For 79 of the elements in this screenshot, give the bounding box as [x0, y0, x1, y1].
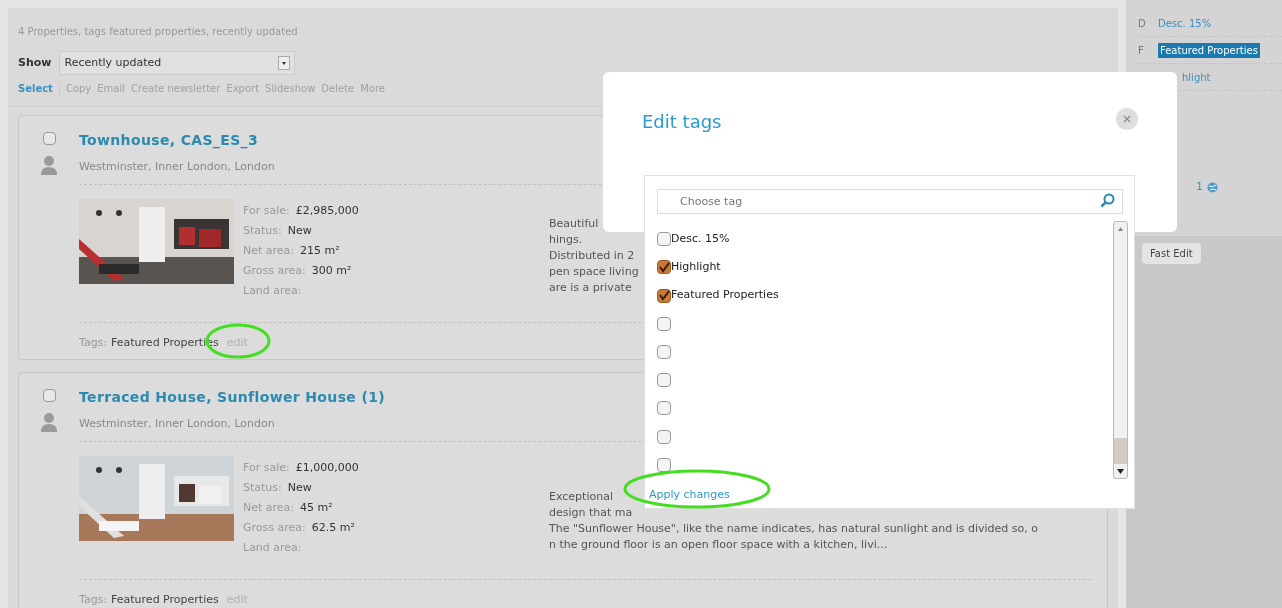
tag-name: Featured Properties	[111, 591, 219, 608]
user-icon	[40, 412, 58, 432]
action-link[interactable]: Email	[97, 81, 126, 96]
detail-value: 62.5 m²	[311, 519, 355, 535]
checkbox[interactable]	[657, 260, 671, 275]
detail-value: £2,985,000	[295, 202, 359, 218]
tag-initial: D	[1138, 16, 1144, 31]
search-icon	[1100, 193, 1115, 208]
check-icon	[658, 261, 670, 273]
description-line: Beautiful	[549, 215, 599, 232]
action-link[interactable]: More	[360, 81, 385, 96]
detail-label: Gross area:	[243, 262, 306, 278]
checkbox[interactable]	[657, 429, 671, 444]
checkbox[interactable]	[657, 373, 671, 388]
globe-icon	[1207, 181, 1218, 193]
scroll-thumb[interactable]	[1114, 438, 1127, 464]
description-line: hings.	[549, 231, 583, 248]
description-line: are is a private	[549, 279, 632, 296]
detail-value: 45 m²	[300, 499, 333, 515]
checkbox[interactable]	[42, 389, 56, 402]
search-field[interactable]: Choose tag	[657, 189, 1123, 214]
detail-value: 300 m²	[311, 262, 352, 278]
property-title[interactable]: Terraced House, Sunflower House (1)	[79, 387, 385, 408]
description-line: pen space living	[549, 263, 639, 280]
detail-label: Status:	[243, 222, 282, 238]
user-icon	[40, 155, 58, 175]
modal-title: Edit tags	[642, 110, 722, 134]
fast-edit-button[interactable]: Fast Edit	[1142, 242, 1201, 264]
close-icon	[1123, 115, 1131, 123]
sort-dropdown[interactable]: Recently updated	[59, 51, 296, 75]
select-link[interactable]: Select	[18, 81, 60, 96]
detail-value: New	[287, 479, 312, 495]
scrollbar[interactable]	[1113, 221, 1128, 479]
action-link[interactable]: Delete	[321, 81, 355, 96]
apply-changes-link[interactable]: Apply changes	[649, 488, 730, 501]
sidebar-tag[interactable]: Featured Properties	[1158, 42, 1260, 58]
property-title[interactable]: Townhouse, CAS_ES_3	[79, 130, 258, 151]
description-line: n the ground floor is an open floor space with a kitchen, livi...	[549, 536, 888, 553]
tag-option[interactable]: Featured Properties	[671, 287, 779, 304]
detail-label: Net area:	[243, 499, 295, 515]
tag-count: 1	[1196, 179, 1203, 195]
property-location: Westminster, Inner London, London	[79, 416, 275, 432]
checkbox[interactable]	[42, 132, 56, 145]
action-link[interactable]: Copy	[65, 81, 92, 96]
detail-label: For sale:	[243, 459, 290, 475]
description-line: Exceptional	[549, 488, 613, 505]
property-location: Westminster, Inner London, London	[79, 159, 275, 175]
tags-label: Tags:	[79, 334, 108, 351]
tag-option[interactable]: Highlight	[671, 259, 721, 276]
action-link[interactable]: Create newsletter	[131, 81, 221, 96]
summary-text: 4 Properties, tags featured properties, recently updated	[17, 25, 299, 39]
check-icon	[658, 290, 670, 302]
tags-label: Tags:	[79, 591, 108, 608]
sidebar-tag[interactable]: Desc. 15%	[1158, 15, 1212, 31]
detail-value: 215 m²	[300, 242, 340, 258]
detail-value: New	[287, 222, 312, 238]
detail-label: Net area:	[243, 242, 295, 258]
detail-label: Status:	[243, 479, 282, 495]
detail-label: For sale:	[243, 202, 290, 218]
checkbox[interactable]	[657, 288, 671, 303]
show-label: Show	[18, 54, 52, 71]
tag-option[interactable]: Desc. 15%	[671, 230, 730, 248]
description-line: design that ma	[549, 504, 633, 521]
detail-label: Land area:	[243, 539, 302, 555]
action-link[interactable]: Export	[226, 81, 260, 96]
description-line: The "Sunflower House", like the name indicates, has natural sunlight and is divided so, o	[549, 520, 1038, 537]
tag-initial: F	[1138, 43, 1144, 58]
checkbox[interactable]	[657, 401, 671, 416]
action-link[interactable]: Slideshow	[265, 81, 316, 96]
checkbox[interactable]	[657, 232, 671, 247]
checkbox[interactable]	[657, 457, 671, 472]
detail-label: Gross area:	[243, 519, 306, 535]
close-button[interactable]	[1116, 108, 1138, 130]
checkbox[interactable]	[657, 345, 671, 359]
description-line: Distributed in 2	[549, 247, 635, 264]
detail-label: Land area:	[243, 282, 302, 298]
detail-value: £1,000,000	[295, 459, 359, 475]
checkbox[interactable]	[657, 316, 671, 331]
sidebar-tag[interactable]: hlight	[1182, 69, 1211, 85]
